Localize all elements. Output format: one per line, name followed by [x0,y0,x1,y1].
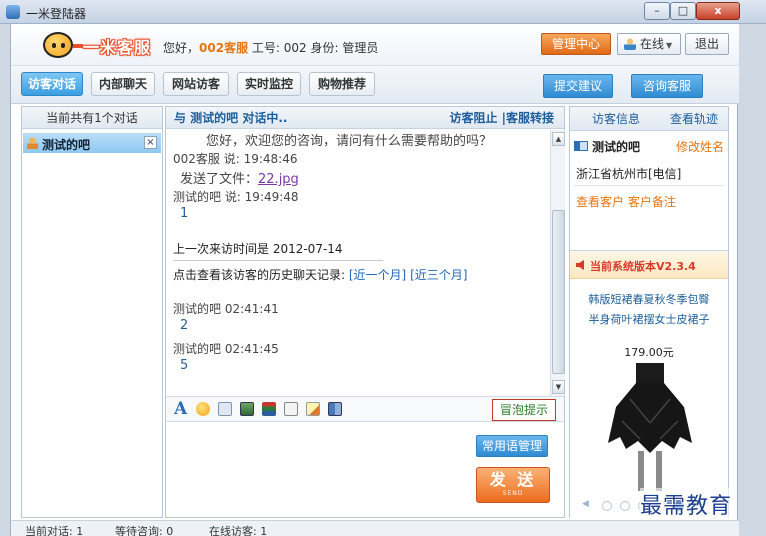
app-header: 一米客服 您好，002客服 工号: 002 身份: 管理员 管理中心 在线 ▼ 退… [11,24,739,66]
message-meta: 测试的吧 02:41:45 [173,342,279,356]
visitor-info-tabs: 访客信息 查看轨迹 [570,107,728,131]
welcome-message: 您好，欢迎您的咨询，请问有什么需要帮助的吗？ [206,134,493,149]
consult-support-button[interactable]: 咨询客服 [631,74,703,98]
tab-live-monitor[interactable]: 实时监控 [237,72,301,96]
divider [173,260,383,261]
chevron-left-icon[interactable]: ◀ [582,499,589,509]
speaker-icon [576,260,584,270]
edit-name-link[interactable]: 修改姓名 [676,138,724,155]
tab-visitor-info[interactable]: 访客信息 [592,107,640,131]
font-icon[interactable]: A [174,399,187,419]
exit-button[interactable]: 退出 [685,33,729,55]
admin-center-button[interactable]: 管理中心 [541,33,611,55]
tab-shopping-recommend[interactable]: 购物推荐 [309,72,375,96]
message-meta: 002客服 说: 19:48:46 [173,152,298,166]
close-window-button[interactable]: x [696,2,740,20]
window-shake-icon[interactable] [218,402,232,416]
waiting-consults: 等待咨询: 0 [115,525,174,536]
product-price: 179.00元 [624,346,674,359]
title-bar: 一米登陆器 – □ x [0,0,766,24]
file-link[interactable]: 22.jpg [258,172,299,187]
visitor-info-panel: 访客信息 查看轨迹 测试的吧 修改姓名 浙江省杭州市[电信] 查看客户 客户备注… [569,106,729,518]
chat-panel: 与 测试的吧 对话中.. 访客阻止 |客服转接 您好，欢迎您的咨询，请问有什么需… [165,106,565,518]
customer-actions-links[interactable]: 查看客户 客户备注 [576,193,676,210]
chat-history[interactable]: 您好，欢迎您的咨询，请问有什么需要帮助的吗？ 002客服 说: 19:48:46… [166,130,550,396]
screenshot-icon[interactable] [240,402,254,416]
app-frame: 一米客服 您好，002客服 工号: 002 身份: 管理员 管理中心 在线 ▼ 退… [10,24,739,536]
carousel-dot[interactable] [620,501,630,511]
chat-header: 与 测试的吧 对话中.. 访客阻止 |客服转接 [166,107,564,129]
chat-title: 与 测试的吧 对话中.. [174,111,288,125]
window-title: 一米登陆器 [26,7,87,21]
version-banner: 当前系统版本V2.3.4 [570,251,728,279]
carousel-dot[interactable] [602,501,612,511]
conversation-list: 当前共有1个对话 测试的吧 × [21,106,163,518]
message-text: 5 [180,358,189,373]
divider [574,185,724,186]
message-meta: 测试的吧 02:41:41 [173,302,279,316]
quick-reply-icon[interactable] [262,402,276,416]
product-title-line-2[interactable]: 半身荷叶裙摆女士皮裙子 [570,311,728,327]
status-bar: 当前对话: 1 等待咨询: 0 在线访客: 1 [11,520,739,536]
emoji-icon[interactable] [196,402,210,416]
phrases-manage-button[interactable]: 常用语管理 [476,435,548,457]
scroll-thumb[interactable] [552,210,565,374]
logo-text: 一米客服 [83,38,152,57]
visitor-card: 测试的吧 修改姓名 浙江省杭州市[电信] 查看客户 客户备注 [570,131,728,249]
message-input[interactable]: 常用语管理 发 送 SEND [166,423,564,517]
person-icon [624,38,636,50]
message-meta: 测试的吧 说: 19:49:48 [173,190,299,204]
product-image[interactable] [600,363,700,491]
tab-site-visitors[interactable]: 网站访客 [163,72,229,96]
send-button[interactable]: 发 送 SEND [476,467,550,503]
message-text: 2 [180,318,189,333]
file-message: 发送了文件：22.jpg [180,172,299,187]
list-item[interactable]: 测试的吧 × [23,133,161,153]
tab-view-track[interactable]: 查看轨迹 [670,107,718,131]
file-icon[interactable] [284,402,298,416]
online-visitors: 在线访客: 1 [209,525,268,536]
tab-internal-chat[interactable]: 内部聊天 [91,72,155,96]
note-icon[interactable] [306,402,320,416]
history-links: 点击查看该访客的历史聊天记录: [近一个月] [近三个月] [173,268,468,282]
greeting: 您好，002客服 工号: 002 身份: 管理员 [163,41,379,55]
id-card-icon [574,141,588,151]
history-three-months-link[interactable]: [近三个月] [410,268,467,282]
current-conversations: 当前对话: 1 [25,525,84,536]
app-icon [6,5,20,19]
watermark: 最需教育 [640,488,733,520]
chat-toolbar: A 冒泡提示 [166,396,564,422]
chat-scrollbar[interactable]: ▲ ▼ [550,130,565,396]
scroll-down-icon[interactable]: ▼ [552,380,565,394]
logo-face-icon [43,32,73,58]
message-text: 1 [180,206,189,221]
tab-visitor-chat[interactable]: 访客对话 [21,72,83,96]
close-conversation-button[interactable]: × [144,136,157,149]
system-version: 当前系统版本V2.3.4 [590,260,696,273]
product-title-line-1[interactable]: 韩版短裙春夏秋冬季包臀 [570,291,728,307]
history-one-month-link[interactable]: [近一个月] [349,268,406,282]
visitor-location: 浙江省杭州市[电信] [576,167,682,181]
scroll-up-icon[interactable]: ▲ [552,132,565,146]
user-icon [27,137,38,149]
logo: 一米客服 [43,32,161,58]
last-visit-info: 上一次来访时间是 2012-07-14 [173,242,343,256]
visitor-name: 测试的吧 [592,140,641,154]
promo-box: 当前系统版本V2.3.4 韩版短裙春夏秋冬季包臀 半身荷叶裙摆女士皮裙子 179… [570,250,728,518]
bubble-alert-button[interactable]: 冒泡提示 [492,399,556,421]
chat-header-links[interactable]: 访客阻止 |客服转接 [449,107,554,129]
submit-suggestion-button[interactable]: 提交建议 [543,74,613,98]
conversation-count: 当前共有1个对话 [22,107,162,129]
maximize-button[interactable]: □ [670,2,696,20]
agent-name: 002客服 [199,41,249,55]
history-icon[interactable] [328,402,342,416]
minimize-button[interactable]: – [644,2,670,20]
main-tabs: 访客对话 内部聊天 网站访客 实时监控 购物推荐 提交建议 咨询客服 [11,66,739,104]
visitor-name: 测试的吧 [42,138,91,152]
online-status-button[interactable]: 在线 ▼ [617,33,681,55]
chevron-down-icon: ▼ [666,41,673,50]
